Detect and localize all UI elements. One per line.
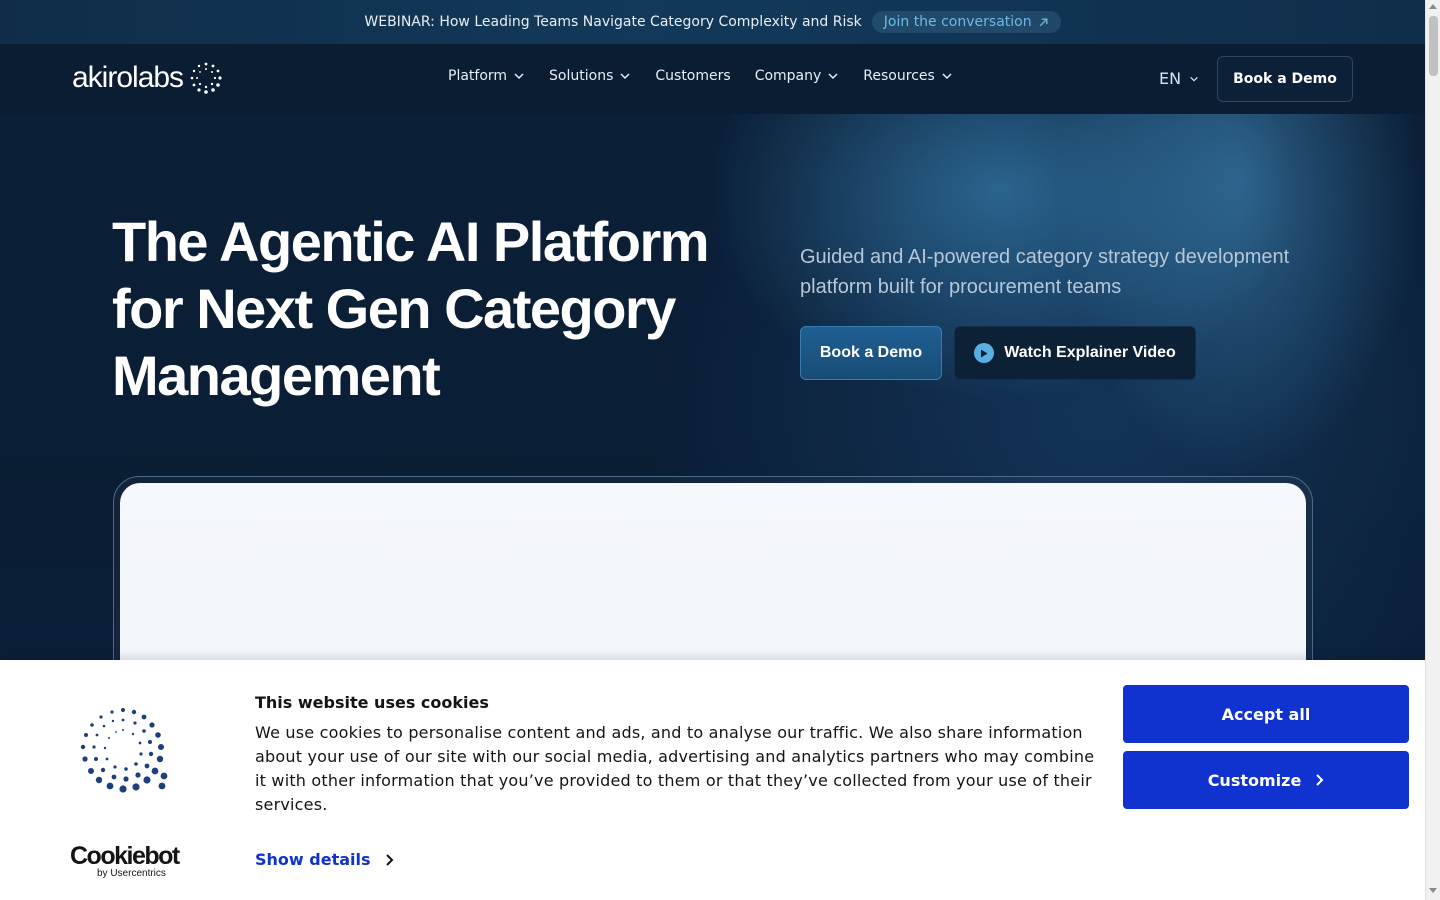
- nav-item-label: Resources: [863, 68, 935, 84]
- main-nav: akirolabs Platform Solutions Customers C…: [0, 44, 1425, 114]
- nav-item-label: Platform: [448, 68, 508, 84]
- scroll-down-arrow-icon[interactable]: [1429, 888, 1437, 893]
- nav-menu: Platform Solutions Customers Company Res…: [448, 68, 953, 84]
- show-details-link[interactable]: Show details: [255, 850, 394, 869]
- join-conversation-label: Join the conversation: [883, 14, 1032, 30]
- chevron-down-icon: [942, 73, 952, 80]
- announcement-bar: WEBINAR: How Leading Teams Navigate Cate…: [0, 0, 1425, 44]
- watch-explainer-video-label: Watch Explainer Video: [1004, 344, 1176, 361]
- hero-subtitle: Guided and AI-powered category strategy …: [800, 246, 1290, 298]
- chevron-down-icon: [620, 73, 630, 80]
- nav-item-label: Company: [754, 68, 822, 84]
- chevron-down-icon: [1190, 76, 1198, 82]
- logo-mark-icon: [190, 62, 222, 94]
- show-details-label: Show details: [255, 850, 371, 869]
- scrollbar-thumb[interactable]: [1429, 16, 1438, 76]
- play-icon: [974, 343, 995, 363]
- chevron-right-icon: [1316, 774, 1324, 786]
- hero-book-demo-button[interactable]: Book a Demo: [800, 326, 942, 380]
- arrow-up-right-icon: [1039, 18, 1048, 26]
- cookie-banner: Cookiebot by Usercentrics This website u…: [0, 660, 1425, 900]
- page: WEBINAR: How Leading Teams Navigate Cate…: [0, 0, 1425, 900]
- nav-item-platform[interactable]: Platform: [448, 68, 525, 84]
- logo-wordmark: akirolabs: [72, 61, 184, 94]
- customize-button[interactable]: Customize: [1123, 751, 1409, 809]
- language-label: EN: [1159, 69, 1182, 88]
- scroll-up-arrow-icon[interactable]: [1429, 4, 1437, 9]
- hero-title: The Agentic AI Platform for Next Gen Cat…: [112, 210, 710, 407]
- nav-book-demo-button[interactable]: Book a Demo: [1217, 56, 1353, 102]
- customize-label: Customize: [1207, 770, 1302, 790]
- page-scrollbar[interactable]: [1425, 0, 1440, 900]
- nav-item-label: Customers: [655, 68, 731, 84]
- nav-item-label: Solutions: [549, 68, 614, 84]
- language-selector[interactable]: EN: [1159, 69, 1199, 88]
- cookie-description: We use cookies to personalise content an…: [255, 723, 1095, 814]
- cookie-title: This website uses cookies: [255, 693, 489, 712]
- nav-item-company[interactable]: Company: [755, 68, 840, 84]
- cookiebot-byline: by Usercentrics: [97, 868, 166, 879]
- watch-explainer-video-button[interactable]: Watch Explainer Video: [954, 326, 1196, 380]
- cookie-consent-logo-icon: [80, 708, 168, 793]
- nav-item-customers[interactable]: Customers: [655, 68, 730, 84]
- nav-item-resources[interactable]: Resources: [863, 68, 953, 84]
- cookiebot-wordmark: Cookiebot: [70, 842, 180, 870]
- chevron-right-icon: [385, 853, 393, 866]
- nav-item-solutions[interactable]: Solutions: [549, 68, 631, 84]
- cookiebot-brand: Cookiebot by Usercentrics: [70, 842, 180, 879]
- accept-all-button[interactable]: Accept all: [1123, 685, 1409, 743]
- chevron-down-icon: [514, 73, 524, 80]
- akirolabs-logo[interactable]: akirolabs: [72, 60, 223, 96]
- announcement-text: WEBINAR: How Leading Teams Navigate Cate…: [364, 14, 862, 30]
- chevron-down-icon: [828, 73, 838, 80]
- join-conversation-link[interactable]: Join the conversation: [871, 11, 1061, 33]
